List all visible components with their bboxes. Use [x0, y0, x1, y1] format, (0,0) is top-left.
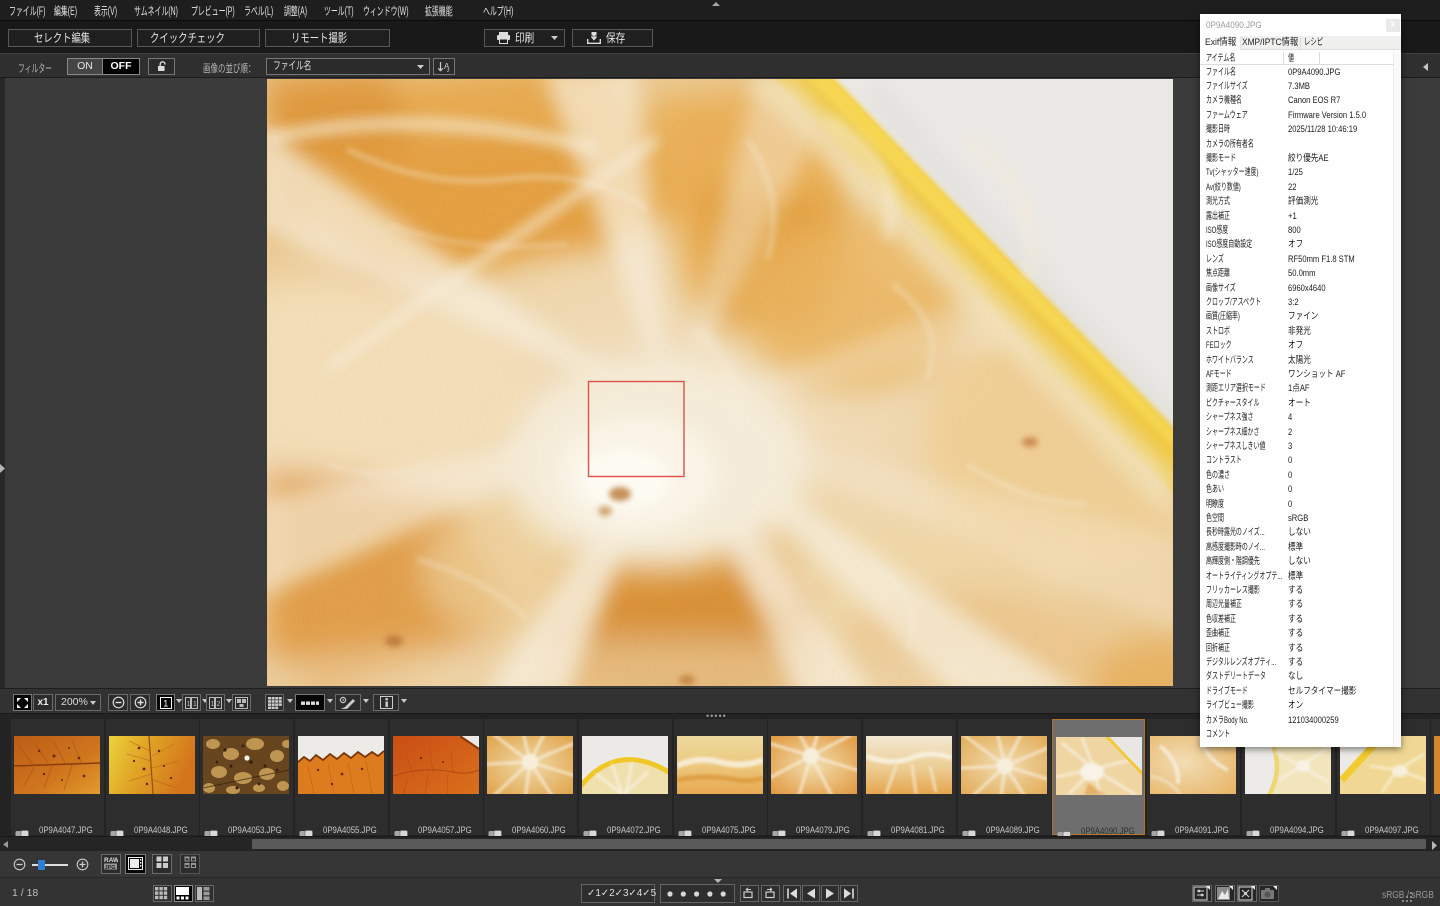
svg-text:JPG: JPG: [105, 865, 116, 870]
svg-text:1: 1: [163, 699, 168, 709]
svg-text:2: 2: [217, 701, 221, 708]
svg-text:1: 1: [187, 701, 191, 708]
svg-text:1: 1: [193, 701, 197, 708]
svg-text:z: z: [447, 68, 450, 73]
svg-text:RAW: RAW: [104, 857, 118, 864]
svg-text:1: 1: [211, 701, 215, 708]
